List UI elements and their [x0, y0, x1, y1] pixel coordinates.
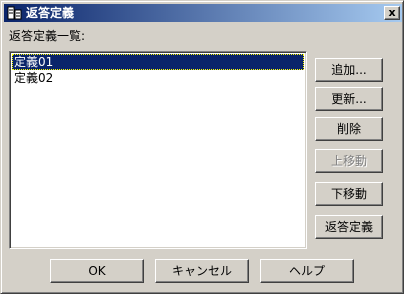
list-label: 返答定義一覧:	[9, 29, 86, 43]
dialog-window: 返答定義 x 返答定義一覧: 定義01 定義02 追加... 更新... 削除 …	[0, 0, 404, 294]
title-bar[interactable]: 返答定義 x	[4, 4, 402, 22]
cancel-button[interactable]: キャンセル	[155, 259, 249, 283]
move-up-button[interactable]: 上移動	[315, 149, 383, 173]
add-button[interactable]: 追加...	[315, 58, 383, 82]
help-button[interactable]: ヘルプ	[260, 259, 354, 283]
move-down-button[interactable]: 下移動	[315, 182, 383, 206]
app-icon	[7, 5, 23, 21]
ok-button[interactable]: OK	[50, 259, 144, 283]
definition-list[interactable]: 定義01 定義02	[9, 51, 307, 249]
close-button[interactable]: x	[384, 6, 400, 20]
list-item[interactable]: 定義02	[12, 70, 304, 86]
define-reply-button[interactable]: 返答定義	[315, 215, 383, 239]
list-item[interactable]: 定義01	[12, 54, 304, 70]
update-button[interactable]: 更新...	[315, 87, 383, 111]
window-title: 返答定義	[26, 6, 75, 20]
delete-button[interactable]: 削除	[315, 117, 383, 141]
